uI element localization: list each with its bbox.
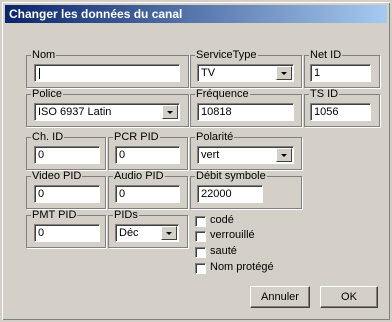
pids-label: PIDs <box>114 209 138 221</box>
nom-label: Nom <box>32 49 56 61</box>
service-type-value: TV <box>201 67 216 79</box>
dialog-window: Changer les données du canal Nom Service… <box>0 0 392 322</box>
service-type-dropdown[interactable]: TV <box>197 64 294 82</box>
code-checkbox[interactable] <box>195 216 206 227</box>
net-id-input[interactable]: 1 <box>310 64 371 82</box>
frequence-input[interactable]: 10818 <box>197 103 294 121</box>
chevron-down-icon[interactable] <box>161 226 177 240</box>
nom-protege-label: Nom protégé <box>210 261 274 273</box>
nom-protege-checkbox[interactable] <box>195 263 206 274</box>
polarite-dropdown[interactable]: vert <box>197 146 294 164</box>
code-label: codé <box>210 214 234 226</box>
debit-symbole-input[interactable]: 22000 <box>197 185 263 203</box>
saute-checkbox[interactable] <box>195 247 206 258</box>
polarite-value: vert <box>201 149 220 161</box>
debit-symbole-label: Débit symbole <box>196 170 266 182</box>
pcr-pid-label: PCR PID <box>114 131 159 143</box>
ch-id-input[interactable]: 0 <box>34 146 100 164</box>
audio-pid-label: Audio PID <box>114 170 164 182</box>
chevron-down-icon[interactable] <box>276 148 292 162</box>
saute-label: sauté <box>210 245 237 257</box>
frequence-label: Fréquence <box>196 88 249 100</box>
window-title: Changer les données du canal <box>9 7 183 21</box>
pcr-pid-input[interactable]: 0 <box>115 146 180 164</box>
video-pid-label: Video PID <box>32 170 82 182</box>
ts-id-label: TS ID <box>310 88 339 100</box>
audio-pid-input[interactable]: 0 <box>115 185 180 203</box>
chevron-down-icon[interactable] <box>162 105 178 119</box>
verrouille-checkbox[interactable] <box>195 231 206 242</box>
net-id-label: Net ID <box>310 49 342 61</box>
text-caret <box>39 68 40 79</box>
pmt-pid-label: PMT PID <box>32 209 77 221</box>
police-label: Police <box>32 88 62 100</box>
pmt-pid-input[interactable]: 0 <box>34 224 100 242</box>
nom-input[interactable] <box>34 64 180 82</box>
service-type-label: ServiceType <box>196 49 257 61</box>
pids-dropdown[interactable]: Déc <box>115 224 179 242</box>
verrouille-label: verrouillé <box>210 229 255 241</box>
video-pid-input[interactable]: 0 <box>34 185 100 203</box>
cancel-button[interactable]: Annuler <box>250 286 310 308</box>
chevron-down-icon[interactable] <box>276 66 292 80</box>
title-bar[interactable]: Changer les données du canal <box>5 5 387 23</box>
polarite-label: Polarité <box>196 131 234 143</box>
ok-button[interactable]: OK <box>320 286 378 308</box>
police-dropdown[interactable]: ISO 6937 Latin <box>34 103 180 121</box>
ts-id-input[interactable]: 1056 <box>310 103 371 121</box>
pids-value: Déc <box>119 227 139 239</box>
ch-id-label: Ch. ID <box>32 131 64 143</box>
police-value: ISO 6937 Latin <box>38 106 112 118</box>
